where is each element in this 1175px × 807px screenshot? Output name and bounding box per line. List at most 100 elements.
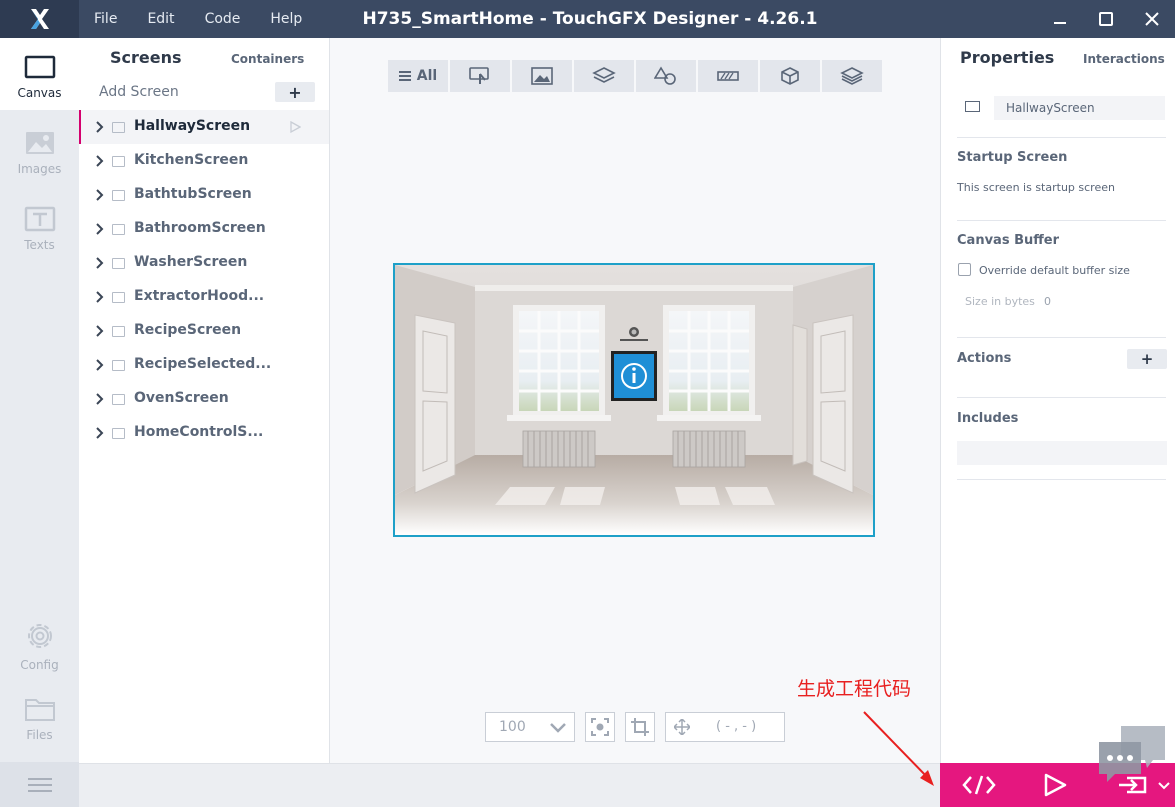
play-icon[interactable] <box>289 121 301 133</box>
chevron-right-icon[interactable] <box>95 121 105 133</box>
includes-title: Includes <box>957 411 1019 426</box>
run-simulator-button[interactable] <box>1030 763 1080 807</box>
size-in-bytes-label: Size in bytes <box>965 295 1035 308</box>
override-buffer-label: Override default buffer size <box>979 264 1130 277</box>
add-action-button[interactable]: + <box>1127 349 1167 369</box>
maximize-button[interactable] <box>1083 0 1129 38</box>
includes-field[interactable] <box>957 441 1167 465</box>
size-in-bytes-value: 0 <box>1044 295 1051 308</box>
chevron-down-icon <box>550 723 566 733</box>
screen-name: ExtractorHood... <box>134 288 265 304</box>
code-icon <box>962 775 996 795</box>
screen-preview[interactable] <box>393 263 875 537</box>
hamburger-icon <box>27 777 52 792</box>
progress-icon <box>717 71 739 81</box>
filter-3d-button[interactable] <box>760 60 820 92</box>
tab-properties[interactable]: Properties <box>960 48 1054 67</box>
tab-interactions[interactable]: Interactions <box>1083 52 1165 66</box>
chat-bubble-icon <box>1099 726 1165 782</box>
close-button[interactable] <box>1129 0 1175 38</box>
crop-icon <box>631 718 649 736</box>
screen-name-field[interactable]: HallwayScreen <box>994 96 1165 120</box>
fit-screen-button[interactable] <box>585 712 615 742</box>
filter-images-button[interactable] <box>512 60 572 92</box>
annotation-label: 生成工程代码 <box>797 678 912 700</box>
chevron-right-icon[interactable] <box>95 155 105 167</box>
filter-containers-button[interactable] <box>574 60 634 92</box>
nav-canvas[interactable]: Canvas <box>0 38 79 110</box>
divider <box>957 220 1166 221</box>
nav-files-label: Files <box>26 728 53 742</box>
menu-code[interactable]: Code <box>190 11 256 27</box>
filter-shapes-button[interactable] <box>636 60 696 92</box>
properties-panel: Properties Interactions HallwayScreen St… <box>940 38 1175 763</box>
canvas-area: All 100 (- , -) <box>330 38 940 763</box>
screen-item-washer[interactable]: WasherScreen <box>79 246 329 280</box>
nav-texts[interactable]: Texts <box>0 190 79 262</box>
nav-images[interactable]: Images <box>0 114 79 186</box>
minimize-icon <box>1054 22 1066 24</box>
screen-item-recipe[interactable]: RecipeScreen <box>79 314 329 348</box>
screen-item-bathroom[interactable]: BathroomScreen <box>79 212 329 246</box>
shapes-icon <box>654 66 676 85</box>
chevron-right-icon[interactable] <box>95 393 105 405</box>
screen-item-oven[interactable]: OvenScreen <box>79 382 329 416</box>
tab-containers[interactable]: Containers <box>231 52 304 66</box>
crop-button[interactable] <box>625 712 655 742</box>
minimize-button[interactable] <box>1037 0 1083 38</box>
canvas-buffer-title: Canvas Buffer <box>957 233 1060 248</box>
screen-item-recipe-selected[interactable]: RecipeSelected... <box>79 348 329 382</box>
divider <box>957 137 1166 138</box>
chevron-right-icon[interactable] <box>95 427 105 439</box>
screen-item-extractor-hood[interactable]: ExtractorHood... <box>79 280 329 314</box>
divider <box>957 397 1166 398</box>
filter-progress-button[interactable] <box>698 60 758 92</box>
add-screen-button[interactable]: + <box>275 82 315 102</box>
coordinates-value: ( - , - ) <box>716 719 757 734</box>
screen-item-bathtub[interactable]: BathtubScreen <box>79 178 329 212</box>
screen-icon <box>112 292 125 303</box>
divider <box>957 337 1166 338</box>
chevron-right-icon[interactable] <box>95 359 105 371</box>
startup-screen-title: Startup Screen <box>957 150 1068 165</box>
menu-file[interactable]: File <box>79 11 132 27</box>
menu-bar: File Edit Code Help <box>79 0 317 38</box>
screen-item-home-control[interactable]: HomeControlS... <box>79 416 329 450</box>
gear-icon <box>28 624 52 648</box>
screen-item-hallway[interactable]: HallwayScreen <box>79 110 329 144</box>
chevron-right-icon[interactable] <box>95 189 105 201</box>
filter-custom-button[interactable] <box>822 60 882 92</box>
menu-help[interactable]: Help <box>255 11 317 27</box>
screen-name: OvenScreen <box>134 390 229 406</box>
fit-screen-icon <box>591 718 609 736</box>
chevron-right-icon[interactable] <box>95 257 105 269</box>
nav-config-label: Config <box>20 658 59 672</box>
add-screen-label: Add Screen <box>99 84 179 100</box>
window-controls <box>1037 0 1175 38</box>
filter-all-label: All <box>416 68 438 84</box>
zoom-select[interactable]: 100 <box>485 712 575 742</box>
cursor-coordinates: ( - , - ) <box>665 712 785 742</box>
nav-config[interactable]: Config <box>0 620 79 692</box>
nav-images-label: Images <box>17 162 62 176</box>
chevron-right-icon[interactable] <box>95 291 105 303</box>
collapse-menu-button[interactable] <box>0 762 79 807</box>
tab-screens[interactable]: Screens <box>110 48 182 67</box>
filter-all-button[interactable]: All <box>388 60 448 92</box>
screen-icon <box>112 428 125 439</box>
filter-interaction-button[interactable] <box>450 60 510 92</box>
chevron-right-icon[interactable] <box>95 325 105 337</box>
canvas-bottom-controls: 100 ( - , - ) <box>485 712 785 742</box>
menu-edit[interactable]: Edit <box>132 11 189 27</box>
touch-icon <box>469 67 489 84</box>
generate-code-button[interactable] <box>954 763 1004 807</box>
nav-files[interactable]: Files <box>0 694 79 766</box>
chevron-right-icon[interactable] <box>95 223 105 235</box>
screen-item-kitchen[interactable]: KitchenScreen <box>79 144 329 178</box>
chat-support-button[interactable] <box>1095 722 1169 782</box>
window-title: H735_SmartHome - TouchGFX Designer - 4.2… <box>362 9 818 29</box>
override-buffer-checkbox[interactable] <box>958 263 971 276</box>
touchgfx-logo-icon <box>30 9 49 29</box>
screen-name: KitchenScreen <box>134 152 249 168</box>
text-icon <box>24 206 56 232</box>
